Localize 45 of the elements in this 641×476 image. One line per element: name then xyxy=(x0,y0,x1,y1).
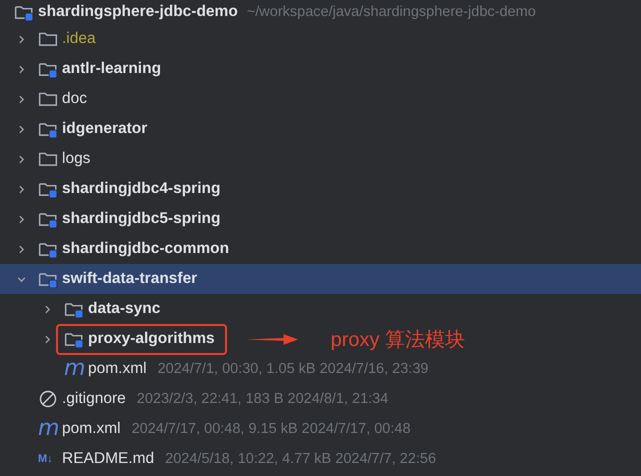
folder-icon xyxy=(38,30,58,48)
file-details: 2024/7/17, 00:48, 9.15 kB 2024/7/17, 00:48 xyxy=(132,421,411,437)
file-details: 2024/7/1, 00:30, 1.05 kB 2024/7/16, 23:39 xyxy=(158,361,428,377)
file-name: logs xyxy=(62,150,90,168)
file-name: shardingjdbc-common xyxy=(62,240,230,258)
folder-icon xyxy=(38,150,58,168)
file-name: shardingjdbc4-spring xyxy=(62,180,220,198)
folder-icon xyxy=(38,90,58,108)
tree-row[interactable]: data-sync xyxy=(0,294,641,324)
tree-row[interactable]: shardingjdbc5-spring xyxy=(0,204,641,234)
tree-row[interactable]: m pom.xml 2024/7/1, 00:30, 1.05 kB 2024/7/16, 23:39 xyxy=(0,354,641,384)
file-name: doc xyxy=(62,90,87,108)
annotation-text: proxy 算法模块 xyxy=(330,328,466,352)
file-name: README.md xyxy=(62,450,154,468)
tree-row[interactable]: shardingjdbc-common xyxy=(0,234,641,264)
project-path: ~/workspace/java/shardingsphere-jdbc-demo xyxy=(246,4,536,20)
markdown-icon: M↓ xyxy=(38,453,60,465)
file-details: 2023/2/3, 22:41, 183 B 2024/8/1, 21:34 xyxy=(136,391,388,407)
file-details: 2024/5/18, 10:22, 4.77 kB 2024/7/7, 22:56 xyxy=(165,451,436,467)
file-name: antlr-learning xyxy=(62,60,162,78)
file-name: data-sync xyxy=(88,300,160,318)
tree-row[interactable]: idgenerator xyxy=(0,114,641,144)
file-name: .gitignore xyxy=(62,390,126,408)
tree-row[interactable]: .gitignore 2023/2/3, 22:41, 183 B 2024/8/1, 21:34 xyxy=(0,384,641,414)
tree-row[interactable]: shardingjdbc4-spring xyxy=(0,174,641,204)
tree-row[interactable]: m pom.xml 2024/7/17, 00:48, 9.15 kB 2024/7/17, 00:48 xyxy=(0,414,641,444)
tree-row[interactable]: proxy-algorithms proxy 算法模块 xyxy=(0,324,641,354)
tree-row[interactable]: logs xyxy=(0,144,641,174)
tree-row[interactable]: M↓ README.md 2024/5/18, 10:22, 4.77 kB 2024/7/7, 22:56 xyxy=(0,444,641,474)
maven-icon: m xyxy=(38,418,58,440)
no-entry-icon xyxy=(38,390,58,408)
file-name: swift-data-transfer xyxy=(62,270,198,288)
file-name: pom.xml xyxy=(62,420,121,438)
tree-row[interactable]: doc xyxy=(0,84,641,114)
tree-row[interactable]: shardingsphere-jdbc-demo ~/workspace/java/shardingsphere-jdbc-demo xyxy=(0,0,641,24)
file-name: idgenerator xyxy=(62,120,148,138)
project-name: shardingsphere-jdbc-demo xyxy=(38,3,238,21)
maven-icon: m xyxy=(64,358,84,380)
tree-row[interactable]: .idea xyxy=(0,24,641,54)
file-name: shardingjdbc5-spring xyxy=(62,210,220,228)
file-name: pom.xml xyxy=(88,360,147,378)
file-name: .idea xyxy=(62,30,96,48)
file-name: proxy-algorithms xyxy=(88,330,215,348)
tree-row[interactable]: swift-data-transfer xyxy=(0,264,641,294)
tree-row[interactable]: antlr-learning xyxy=(0,54,641,84)
